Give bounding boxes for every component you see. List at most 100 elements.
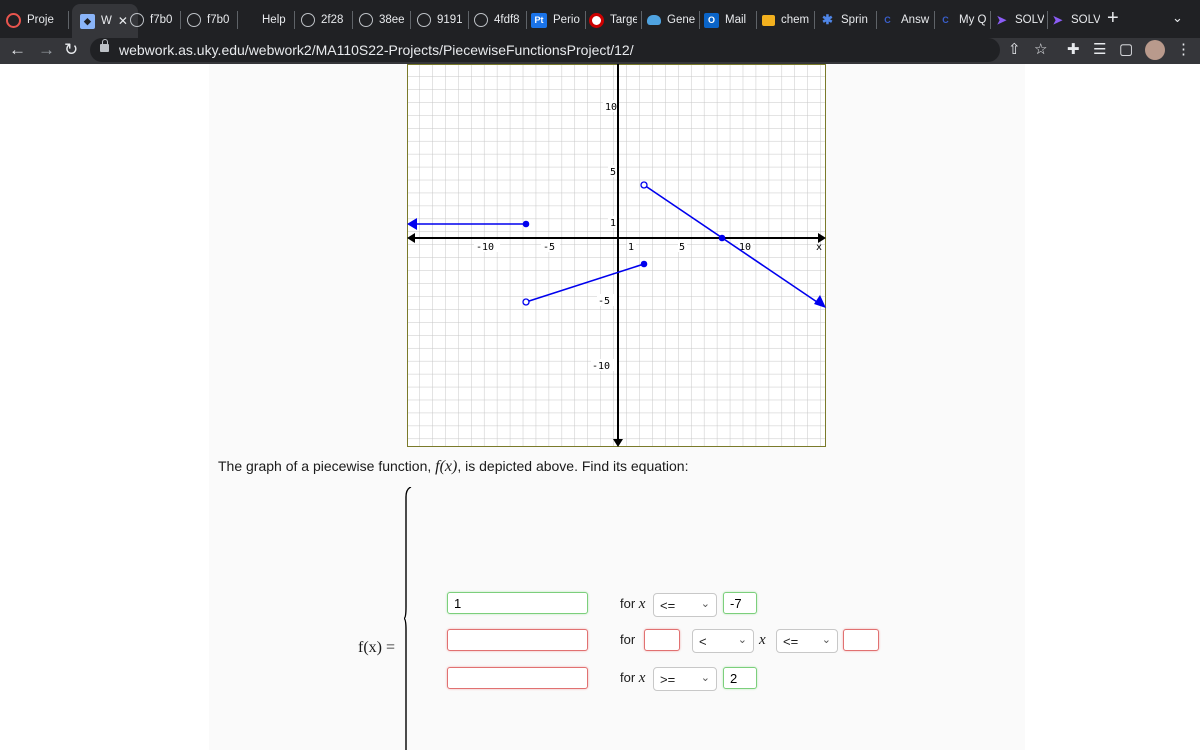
tab-separator — [876, 11, 877, 29]
extensions-puzzle-icon[interactable]: ✚ — [1067, 41, 1080, 59]
tab-answers[interactable]: C Answ — [880, 6, 932, 34]
profile-avatar[interactable] — [1145, 40, 1165, 60]
bookmark-star-icon[interactable]: ☆ — [1034, 41, 1047, 59]
tab-separator — [410, 11, 411, 29]
for-label: for — [620, 632, 636, 647]
lock-icon — [100, 39, 109, 52]
tab-chatgpt[interactable]: f7b0 — [187, 6, 233, 34]
tab-gene[interactable]: Gene — [647, 6, 695, 34]
tab-search-chevron-icon[interactable]: ⌄ — [1172, 10, 1183, 26]
answers-icon: C — [942, 15, 949, 25]
tab-label: Targe — [610, 14, 637, 26]
tab-label: Perio — [553, 14, 580, 26]
solver-icon: ➤ — [996, 13, 1007, 27]
outlook-icon: O — [704, 12, 719, 28]
url-text[interactable]: webwork.as.uky.edu/webwork2/MA110S22-Pro… — [119, 42, 634, 58]
tab-label: SOLV — [1015, 14, 1044, 26]
tab-my-questions[interactable]: C My Q — [938, 6, 988, 34]
tab-label: f7b0 — [150, 14, 173, 26]
tab-chatgpt[interactable]: 9191 — [417, 6, 463, 34]
function-name: f(x) — [435, 458, 458, 475]
piece-1-operator-select[interactable]: <= ⌄ — [653, 593, 717, 617]
tab-label: chem — [781, 14, 810, 26]
chatgpt-icon — [417, 13, 431, 27]
piecewise-function-graph: 10 5 1 -5 -10 -10 -5 1 5 10 x — [407, 64, 826, 447]
fx-label: f(x) = — [358, 639, 396, 656]
side-panel-icon[interactable]: ▢ — [1119, 41, 1133, 59]
piece-1-closed-endpoint — [522, 220, 530, 228]
y-tick-label: 10 — [605, 102, 617, 113]
tab-chatgpt[interactable]: f7b0 — [130, 6, 176, 34]
piece-1-expression-input[interactable]: 1 — [447, 592, 588, 614]
piece-2-right-operator-select[interactable]: <= ⌄ — [776, 629, 838, 653]
piece-3-expression-input[interactable] — [447, 667, 588, 689]
tab-separator — [1047, 11, 1048, 29]
tab-help[interactable]: Help — [262, 6, 292, 34]
y-tick-label: -5 — [598, 296, 610, 307]
y-tick-label: -10 — [592, 361, 610, 372]
browser-tab-strip: Proje ◆ W ✕ f7b0 f7b0 Help 2f28 38ee 919… — [0, 0, 1200, 38]
tab-mail[interactable]: O Mail — [704, 6, 752, 34]
x-var: x — [638, 596, 646, 612]
tab-chatgpt[interactable]: 38ee — [359, 6, 405, 34]
tab-sprint[interactable]: ✱ Sprin — [820, 6, 872, 34]
share-icon[interactable]: ⇧ — [1008, 41, 1021, 59]
reload-icon[interactable]: ↻ — [64, 40, 78, 60]
x-var: x — [759, 632, 766, 648]
tab-chatgpt[interactable]: 2f28 — [301, 6, 347, 34]
chevron-down-icon: ⌄ — [737, 634, 747, 646]
kebab-menu-icon[interactable]: ⋮ — [1176, 41, 1191, 59]
piece-2-left-operator-select[interactable]: < ⌄ — [692, 629, 754, 653]
piece-1-bound-input[interactable]: -7 — [723, 592, 757, 614]
reading-list-icon[interactable]: ☰ — [1093, 41, 1106, 59]
tab-separator — [352, 11, 353, 29]
problem-statement: The graph of a piecewise function, f(x),… — [218, 458, 689, 476]
tab-label: W — [101, 15, 112, 27]
forward-arrow-icon[interactable]: → — [38, 40, 55, 60]
target-icon — [589, 12, 604, 28]
piecewise-brace — [404, 487, 412, 750]
problem-text: , is depicted above. Find its equation: — [457, 458, 689, 474]
tab-solver[interactable]: ➤ SOLV — [994, 6, 1044, 34]
chatgpt-icon — [130, 13, 144, 27]
piece-2-left-bound-input[interactable] — [644, 629, 680, 651]
sprint-icon: ✱ — [822, 12, 833, 27]
periodic-table-icon: Pt — [531, 12, 547, 28]
tab-chem[interactable]: chem — [762, 6, 812, 34]
select-value: >= — [660, 672, 676, 687]
tab-chatgpt[interactable]: 4fdf8 — [474, 6, 522, 34]
tab-label: 4fdf8 — [494, 14, 520, 26]
tab-separator — [526, 11, 527, 29]
x-axis-label: x — [816, 242, 822, 253]
tab-label: Proje — [27, 14, 54, 26]
piece-2-expression-input[interactable] — [447, 629, 588, 651]
x-var: x — [638, 670, 646, 686]
tab-label: Mail — [725, 14, 747, 26]
tab-separator — [814, 11, 815, 29]
tab-solver[interactable]: ➤ SOLV — [1050, 6, 1100, 34]
answers-icon: C — [884, 15, 891, 25]
chevron-down-icon: ⌄ — [700, 598, 710, 610]
webwork-icon: ◆ — [80, 13, 95, 29]
for-x-label: for x — [620, 670, 645, 687]
tab-webwork-active[interactable]: ◆ W ✕ — [72, 4, 138, 38]
chatgpt-icon — [187, 13, 201, 27]
new-tab-button[interactable]: + — [1107, 8, 1119, 28]
piece-2-right-bound-input[interactable] — [843, 629, 879, 651]
chatgpt-icon — [359, 13, 373, 27]
x-tick-label: 5 — [679, 242, 685, 253]
tab-separator — [756, 11, 757, 29]
tab-target[interactable]: Targe — [589, 6, 637, 34]
piece-3-operator-select[interactable]: >= ⌄ — [653, 667, 717, 691]
back-arrow-icon[interactable]: ← — [9, 40, 26, 60]
x-tick-label: 1 — [628, 242, 634, 253]
tab-periodic[interactable]: Pt Perio — [531, 6, 583, 34]
tab-separator — [294, 11, 295, 29]
piece-3-bound-input[interactable]: 2 — [723, 667, 757, 689]
for-text: for — [620, 596, 636, 611]
tab-project[interactable]: Proje — [6, 6, 64, 34]
select-value: <= — [660, 598, 676, 613]
select-value: <= — [783, 634, 799, 649]
graph-grid — [407, 64, 826, 447]
close-tab-icon[interactable]: ✕ — [118, 14, 128, 28]
